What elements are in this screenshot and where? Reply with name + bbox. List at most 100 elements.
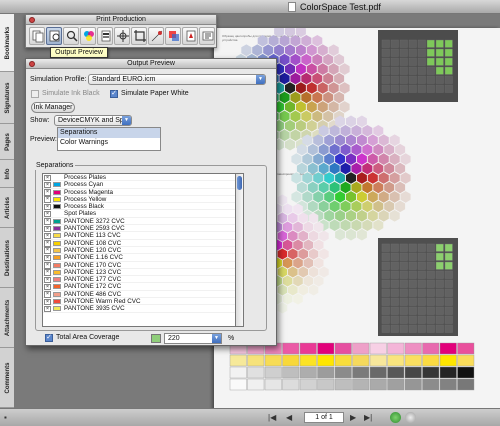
plate-visibility-checkbox[interactable]: × — [44, 174, 51, 181]
ink-manager-icon[interactable] — [97, 27, 113, 45]
plate-visibility-checkbox[interactable]: × — [44, 269, 51, 276]
separation-row[interactable]: × PANTONE 3272 CVC — [43, 218, 235, 226]
separation-row[interactable]: × Process Yellow — [43, 196, 235, 204]
fix-hairlines-icon[interactable] — [148, 27, 164, 45]
separation-row[interactable]: × PANTONE 120 CVC — [43, 247, 235, 255]
plate-visibility-checkbox[interactable]: × — [44, 232, 51, 240]
color-hexagon — [279, 110, 290, 123]
separation-row[interactable]: × PANTONE 172 CVC — [43, 283, 235, 291]
go-forward-icon[interactable] — [405, 412, 416, 423]
plate-visibility-checkbox[interactable]: × — [44, 196, 51, 203]
separation-row[interactable]: × Process Magenta — [43, 189, 235, 196]
separations-group-header[interactable]: × Process Plates — [43, 174, 235, 182]
transparency-flattening-icon[interactable] — [165, 27, 181, 45]
separation-row[interactable]: × PANTONE 170 CVC — [43, 262, 235, 269]
total-area-coverage-input[interactable]: 220 ▼ — [164, 333, 222, 344]
first-page-icon[interactable]: |◀ — [268, 413, 276, 422]
job-definitions-icon[interactable] — [199, 27, 215, 45]
add-printer-marks-icon[interactable] — [114, 27, 130, 45]
color-hexagon — [314, 275, 324, 287]
pdf-optimizer-icon[interactable] — [182, 27, 198, 45]
separation-row[interactable]: × PANTONE 177 CVC — [43, 276, 235, 284]
preview-option-color-warnings[interactable]: Color Warnings — [58, 138, 160, 148]
coverage-cell — [444, 75, 453, 84]
color-bar-patch — [264, 378, 282, 391]
color-hexagon — [362, 200, 373, 213]
color-hexagon — [367, 172, 378, 184]
page-thumb-icon[interactable]: ▪ — [4, 413, 7, 422]
separation-row[interactable]: × PANTONE Warm Red CVC — [43, 298, 235, 306]
plate-visibility-checkbox[interactable]: × — [44, 203, 51, 211]
separation-row[interactable]: × PANTONE 1.16 CVC — [43, 254, 235, 262]
scrollbar-thumb[interactable] — [237, 176, 242, 190]
color-hexagon — [298, 266, 308, 278]
color-hexagon — [323, 72, 334, 85]
plate-visibility-checkbox[interactable]: × — [44, 225, 51, 233]
crop-pages-icon[interactable] — [131, 27, 147, 45]
separations-group-header[interactable]: × Spot Plates — [43, 210, 235, 218]
plate-visibility-checkbox[interactable]: × — [44, 283, 51, 291]
tab-label: Comments — [5, 362, 11, 394]
simulation-profile-select[interactable]: Standard EURO.icm ▼ — [88, 74, 266, 85]
plate-visibility-checkbox[interactable]: × — [44, 218, 51, 225]
plate-visibility-checkbox[interactable]: × — [44, 189, 51, 196]
separation-row[interactable]: × Process Black — [43, 203, 235, 211]
separation-row[interactable]: × Process Cyan — [43, 181, 235, 189]
plate-visibility-checkbox[interactable]: × — [44, 181, 51, 189]
separation-row[interactable]: × PANTONE 108 CVC — [43, 240, 235, 247]
page-number-field[interactable]: 1 of 1 — [304, 412, 344, 423]
tab-attachments[interactable]: Attachments — [0, 288, 14, 348]
go-back-icon[interactable] — [390, 412, 401, 423]
separation-row[interactable]: × PANTONE 486 CVC — [43, 291, 235, 299]
simulate-paper-white-label: Simulate Paper White — [121, 90, 189, 97]
plate-visibility-checkbox[interactable]: × — [44, 298, 51, 306]
separation-row[interactable]: × PANTONE 123 CVC — [43, 269, 235, 277]
plate-visibility-checkbox[interactable]: × — [44, 276, 51, 284]
plate-visibility-checkbox[interactable]: × — [44, 305, 51, 313]
color-hexagon — [274, 44, 285, 56]
output-preview-titlebar[interactable]: Output Preview — [26, 59, 276, 69]
color-hexagon — [323, 53, 334, 66]
separation-row[interactable]: × PANTONE 2593 CVC — [43, 225, 235, 233]
last-page-icon[interactable]: ▶| — [364, 413, 372, 422]
total-area-coverage-checkbox[interactable]: ✓ — [45, 334, 53, 342]
plate-visibility-checkbox[interactable]: × — [44, 291, 51, 298]
coverage-color-swatch[interactable] — [151, 334, 161, 343]
previous-page-icon[interactable]: ◀ — [286, 413, 292, 422]
coverage-cell — [390, 261, 399, 270]
color-hexagon — [295, 120, 306, 132]
color-hexagon — [324, 210, 335, 222]
coverage-cell — [426, 57, 435, 66]
plate-visibility-checkbox[interactable]: × — [44, 262, 51, 269]
preview-option-separations[interactable]: Separations — [58, 128, 160, 138]
convert-colors-icon[interactable] — [80, 27, 96, 45]
color-hexagon — [306, 82, 317, 94]
separation-row[interactable]: × PANTONE 3935 CVC — [43, 305, 235, 313]
simulate-ink-black-checkbox[interactable] — [31, 90, 39, 98]
ink-manager-button[interactable]: Ink Manager — [31, 102, 75, 113]
next-page-icon[interactable]: ▶ — [350, 413, 356, 422]
color-hexagon — [285, 28, 295, 38]
simulate-paper-white-checkbox[interactable]: ✓ — [110, 90, 118, 98]
plate-visibility-checkbox[interactable]: × — [44, 210, 51, 218]
plate-visibility-checkbox[interactable]: × — [44, 254, 51, 262]
preflight-icon[interactable] — [63, 27, 79, 45]
color-hexagon — [312, 91, 323, 104]
separations-scrollbar[interactable] — [236, 173, 244, 327]
close-icon[interactable] — [29, 17, 35, 23]
color-bar-patch — [334, 354, 352, 367]
chevron-down-icon[interactable]: ▼ — [212, 334, 221, 343]
close-icon[interactable] — [29, 61, 35, 67]
plate-visibility-checkbox[interactable]: × — [44, 247, 51, 254]
tab-bookmarks[interactable]: Bookmarks — [0, 14, 14, 72]
tab-articles[interactable]: Articles — [0, 188, 14, 228]
print-production-titlebar[interactable]: Print Production — [26, 15, 216, 25]
separation-row[interactable]: × PANTONE 113 CVC — [43, 232, 235, 240]
plate-visibility-checkbox[interactable]: × — [44, 240, 51, 247]
trap-presets-icon[interactable] — [29, 27, 45, 45]
show-select[interactable]: DeviceCMYK and Spot ▼ — [54, 115, 132, 126]
tab-comments[interactable]: Comments — [0, 348, 14, 408]
color-bar-patch — [317, 366, 335, 379]
tab-destinations[interactable]: Destinations — [0, 228, 14, 288]
output-preview-icon[interactable] — [46, 27, 62, 45]
